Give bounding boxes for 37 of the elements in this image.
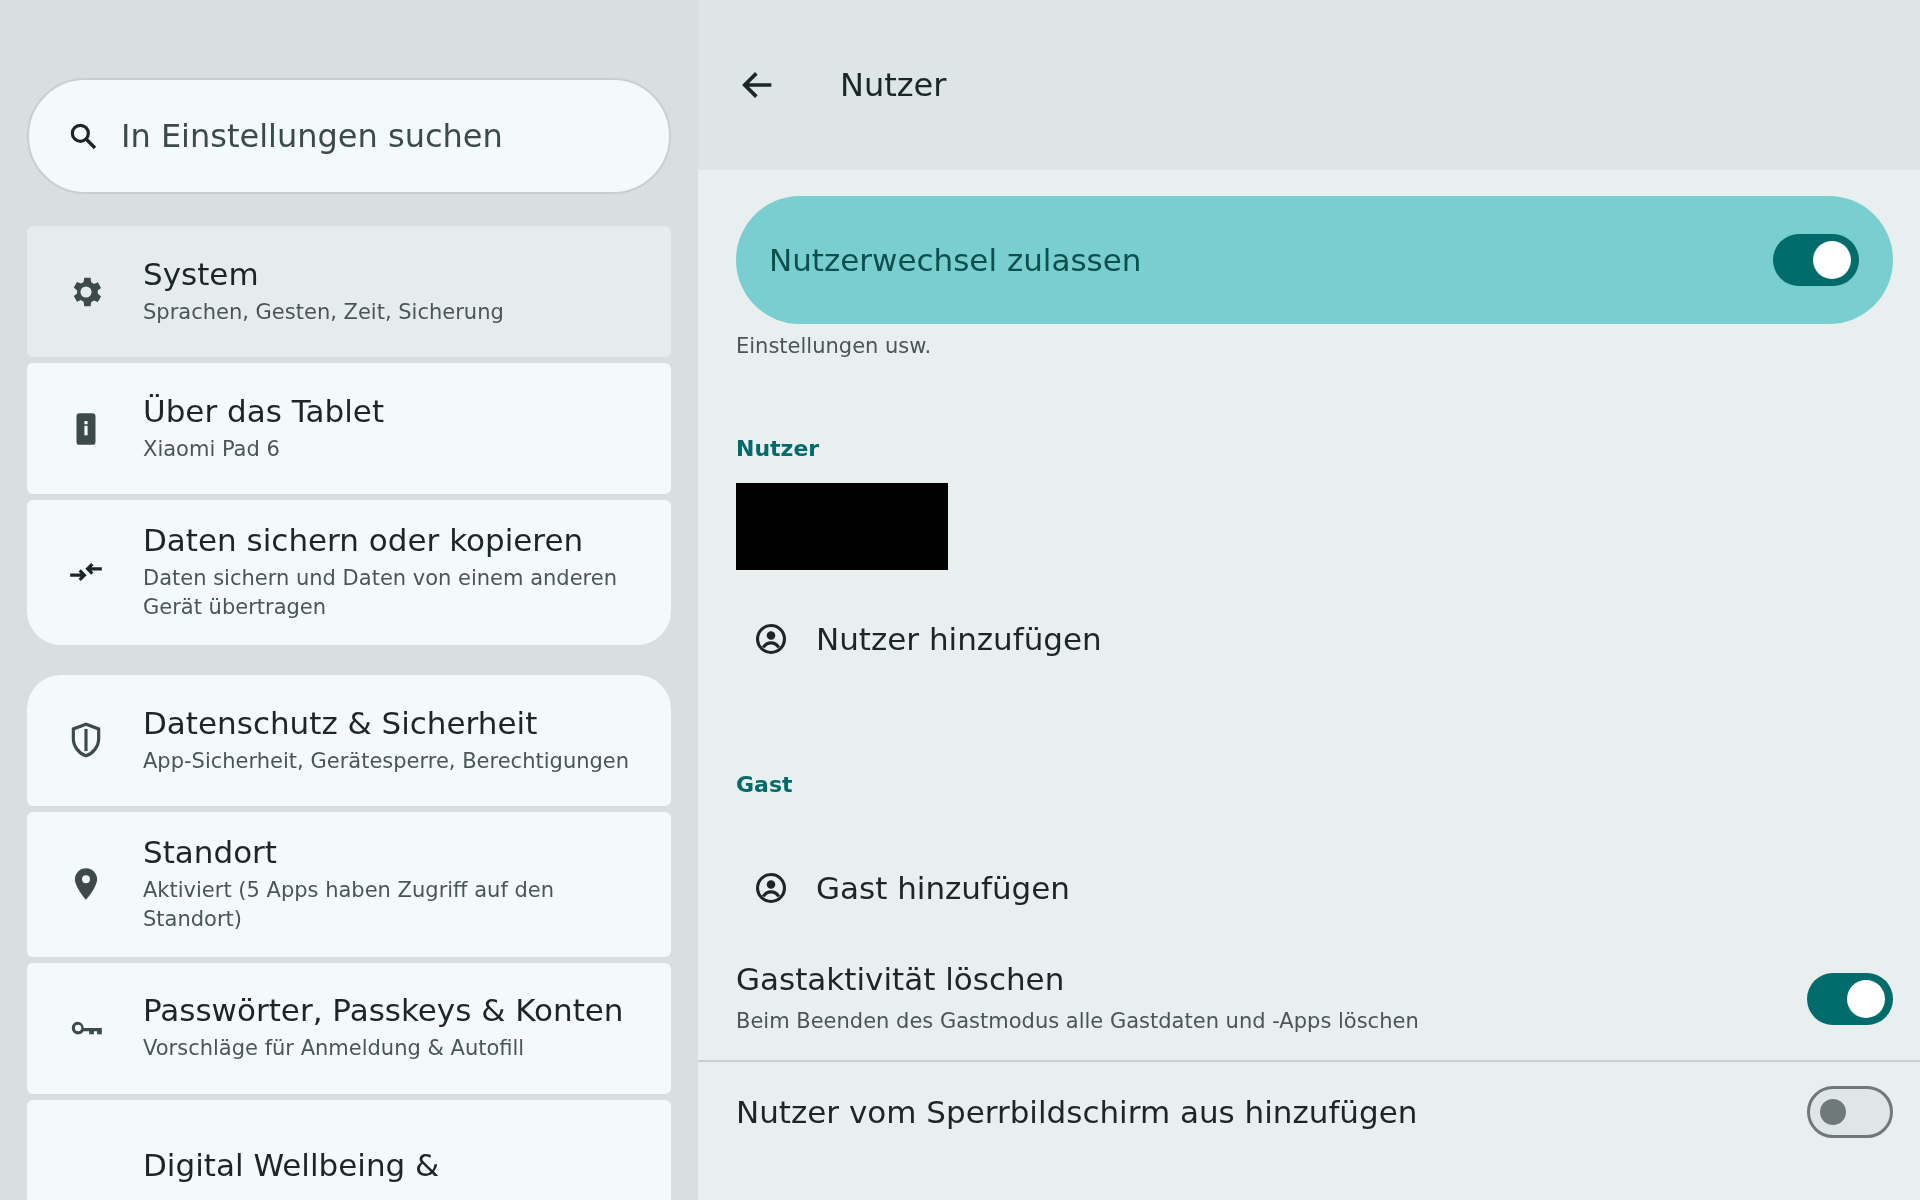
item-title: Über das Tablet <box>143 392 385 429</box>
item-subtitle: Sprachen, Gesten, Zeit, Sicherung <box>143 298 504 326</box>
section-header: Gast <box>736 772 794 797</box>
item-subtitle: App-Sicherheit, Gerätesperre, Berechtigungen <box>143 747 630 775</box>
settings-item[interactable]: Datenschutz & Sicherheit App-Sicherheit, Gerätesperre, Berechtigungen <box>27 674 671 806</box>
list-item[interactable]: Gast hinzufügen <box>736 833 1893 943</box>
item-subtitle: Vorschläge für Anmeldung & Autofill <box>143 1035 526 1063</box>
section-header: Nutzer <box>736 436 821 461</box>
setting-title: Nutzer vom Sperrbildschirm aus hinzufügen <box>736 1094 1418 1131</box>
settings-item[interactable]: Digital Wellbeing & <box>27 1099 671 1200</box>
search-field[interactable]: In Einstellungen suchen <box>27 78 671 194</box>
switch-label: Nutzerwechsel zulassen <box>769 242 1142 278</box>
settings-item[interactable]: System Sprachen, Gesten, Zeit, Sicherung <box>27 226 671 357</box>
settings-item[interactable]: Passwörter, Passkeys & Konten Vorschläge für Anmeldung & Autofill <box>27 962 671 1094</box>
toggle-switch[interactable] <box>1773 234 1859 286</box>
settings-item[interactable]: Über das Tablet Xiaomi Pad 6 <box>27 363 671 494</box>
description-text: Einstellungen usw. <box>736 334 933 358</box>
item-subtitle: Aktiviert (5 Apps haben Zugriff auf den Standort) <box>143 876 556 934</box>
toggle-switch[interactable] <box>1807 972 1893 1025</box>
page-title: Nutzer <box>840 66 947 104</box>
item-title: System <box>143 255 260 292</box>
item-title: Passwörter, Passkeys & Konten <box>143 992 624 1029</box>
person-circle-icon <box>754 871 788 905</box>
item-subtitle: Xiaomi Pad 6 <box>143 435 281 463</box>
settings-item[interactable]: Standort Aktiviert (5 Apps haben Zugriff auf den Standort) <box>27 811 671 957</box>
setting-title: Gastaktivität löschen <box>736 961 1066 997</box>
settings-item[interactable]: Daten sichern oder kopieren Daten sichern und Daten von einem anderen Gerät übertragen <box>27 500 671 645</box>
item-title: Daten sichern oder kopieren <box>143 522 585 558</box>
item-title: Datenschutz & Sicherheit <box>143 704 539 741</box>
setting-subtitle: Beim Beenden des Gastmodus alle Gastdaten und -Apps löschen <box>736 1008 1419 1035</box>
person-circle-icon <box>754 622 788 656</box>
item-title: Standort <box>143 833 279 870</box>
main-switch-bar[interactable]: Nutzerwechsel zulassen <box>736 196 1893 324</box>
item-title: Digital Wellbeing & <box>143 1147 440 1184</box>
toggle-switch[interactable] <box>1807 1086 1893 1139</box>
list-item[interactable]: Nutzer hinzufügen <box>736 584 1893 694</box>
item-subtitle: Daten sichern und Daten von einem anderen Gerät übertragen <box>143 565 618 622</box>
